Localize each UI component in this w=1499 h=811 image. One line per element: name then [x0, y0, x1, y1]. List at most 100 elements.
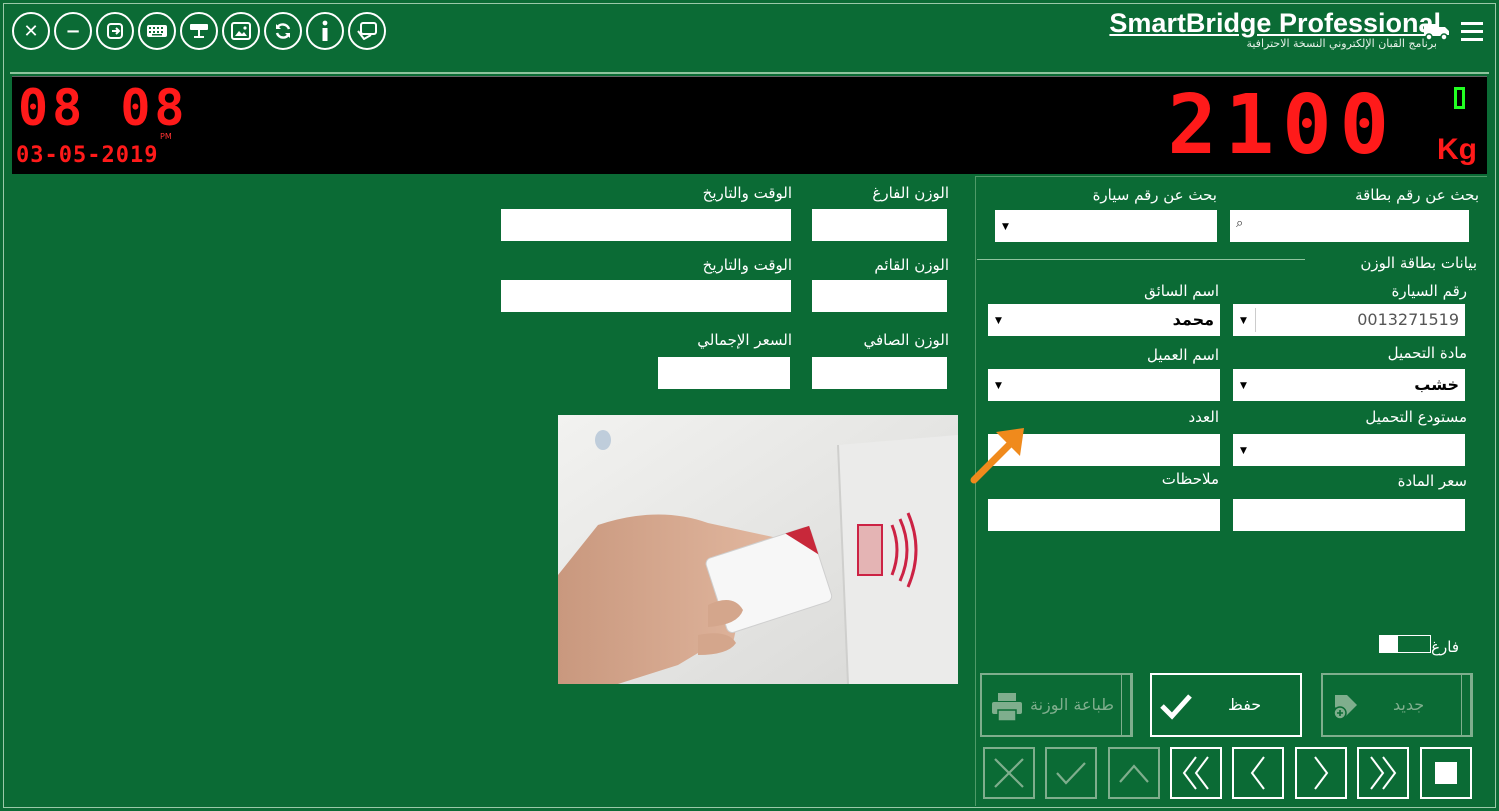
save-label: حفظ: [1228, 695, 1262, 714]
printer-icon: [990, 691, 1024, 727]
field-divider: [1255, 308, 1256, 332]
first-record-button[interactable]: [1170, 747, 1222, 799]
empty-toggle-label: فارغ: [1431, 638, 1459, 656]
keyboard-icon[interactable]: [138, 12, 176, 50]
confirm-nav-button[interactable]: [1045, 747, 1097, 799]
clock-ampm: PM: [160, 132, 172, 141]
notes-input[interactable]: [988, 499, 1220, 531]
section-divider: [977, 259, 1305, 260]
stop-button[interactable]: [1420, 747, 1472, 799]
clock-hours: 08: [18, 79, 87, 137]
double-chevron-left-icon: [1182, 756, 1209, 790]
chevron-left-icon: [1250, 756, 1265, 790]
cancel-nav-button[interactable]: [983, 747, 1035, 799]
material-label: مادة التحميل: [1387, 344, 1467, 362]
net-weight-label: الوزن الصافي: [863, 331, 949, 349]
vehicle-search-label: بحث عن رقم سيارة: [1092, 186, 1217, 204]
toolbar: ✕ −: [12, 12, 386, 52]
rfid-card-photo: [558, 415, 958, 684]
empty-time-label: الوقت والتاريخ: [702, 184, 792, 202]
driver-value: محمد: [1172, 310, 1214, 329]
check-icon: [1056, 762, 1086, 785]
customer-label: اسم العميل: [1146, 346, 1219, 364]
image-icon[interactable]: [222, 12, 260, 50]
material-select[interactable]: ▼ خشب: [1233, 369, 1465, 401]
annotation-arrow-icon: [970, 428, 1024, 484]
warehouse-select[interactable]: ▼: [1233, 434, 1465, 466]
stop-icon: [1435, 762, 1457, 784]
card-search-label: بحث عن رقم بطاقة: [1355, 186, 1479, 204]
camera-icon[interactable]: [180, 12, 218, 50]
price-label: سعر المادة: [1397, 472, 1467, 490]
print-dropdown[interactable]: [1121, 675, 1131, 735]
chevron-down-icon: ▼: [1240, 446, 1247, 456]
chevron-down-icon: ▼: [995, 316, 1002, 326]
empty-weight-field: [812, 209, 947, 241]
customer-select[interactable]: ▼: [988, 369, 1220, 401]
vehicle-no-value: 0013271519: [1357, 310, 1459, 329]
material-value: خشب: [1414, 375, 1459, 394]
scale-display: 08 08 PM 03-05-2019 2100 Kg: [12, 76, 1487, 174]
new-label: جديد: [1393, 695, 1425, 714]
empty-weight-label: الوزن الفارغ: [872, 184, 949, 202]
card-search-input[interactable]: ⌕: [1230, 210, 1469, 242]
save-button[interactable]: حفظ: [1150, 673, 1302, 737]
chevron-down-icon: ▼: [995, 381, 1002, 391]
app-title: SmartBridge Professional: [1109, 8, 1441, 38]
search-icon: ⌕: [1236, 216, 1244, 231]
loaded-time-field: [501, 280, 791, 312]
chevron-down-icon: ▼: [1240, 381, 1247, 391]
last-record-button[interactable]: [1357, 747, 1409, 799]
app-subtitle: برنامج القبان الإلكتروني النسخة الاحتراف…: [1246, 37, 1437, 50]
net-weight-field: [812, 357, 947, 389]
total-price-label: السعر الإجمالي: [697, 331, 792, 349]
up-nav-button[interactable]: [1108, 747, 1160, 799]
print-weighing-label: طباعة الوزنة: [1030, 695, 1114, 714]
exit-icon[interactable]: [96, 12, 134, 50]
add-tag-icon: [1331, 691, 1361, 725]
vehicle-no-select[interactable]: ▼ 0013271519: [1233, 304, 1465, 336]
chevron-up-icon: [1119, 764, 1149, 783]
minimize-icon[interactable]: −: [54, 12, 92, 50]
close-icon[interactable]: ✕: [12, 12, 50, 50]
previous-record-button[interactable]: [1232, 747, 1284, 799]
total-price-field: [658, 357, 790, 389]
section-title: بيانات بطاقة الوزن: [1360, 254, 1477, 272]
card-icon[interactable]: [348, 12, 386, 50]
empty-time-field: [501, 209, 791, 241]
price-input[interactable]: [1233, 499, 1465, 531]
info-icon[interactable]: [306, 12, 344, 50]
refresh-icon[interactable]: [264, 12, 302, 50]
empty-toggle[interactable]: [1379, 635, 1431, 653]
checkmark-icon: [1158, 691, 1194, 725]
weight-unit: Kg: [1437, 133, 1477, 166]
new-dropdown[interactable]: [1461, 675, 1471, 735]
app-brand: SmartBridge Professional برنامج القبان ا…: [1109, 8, 1441, 50]
next-record-button[interactable]: [1295, 747, 1347, 799]
driver-label: اسم السائق: [1144, 282, 1219, 300]
clock-minutes: 08: [120, 79, 189, 137]
double-chevron-right-icon: [1370, 756, 1397, 790]
loaded-weight-label: الوزن القائم: [874, 256, 949, 274]
driver-select[interactable]: ▼ محمد: [988, 304, 1220, 336]
notes-label: ملاحظات: [1161, 470, 1219, 488]
new-button[interactable]: جديد: [1321, 673, 1473, 737]
stable-indicator: [1454, 87, 1465, 109]
digital-date: 03-05-2019: [16, 143, 159, 168]
loaded-weight-field: [812, 280, 947, 312]
digital-clock: 08 08: [18, 81, 189, 135]
chevron-down-icon: ▼: [1002, 222, 1009, 232]
warehouse-label: مستودع التحميل: [1365, 408, 1467, 426]
chevron-down-icon: ▼: [1240, 316, 1247, 326]
vehicle-no-label: رقم السيارة: [1391, 282, 1467, 300]
x-icon: [994, 758, 1024, 788]
chevron-right-icon: [1314, 756, 1329, 790]
print-weighing-button[interactable]: طباعة الوزنة: [980, 673, 1133, 737]
weight-readout: 2100: [1167, 78, 1397, 173]
truck-icon: [1423, 20, 1451, 46]
vehicle-search-select[interactable]: ▼: [995, 210, 1217, 242]
toggle-knob: [1380, 636, 1398, 652]
count-label: العدد: [1188, 408, 1219, 426]
hamburger-menu-icon[interactable]: [1461, 22, 1483, 41]
loaded-time-label: الوقت والتاريخ: [702, 256, 792, 274]
